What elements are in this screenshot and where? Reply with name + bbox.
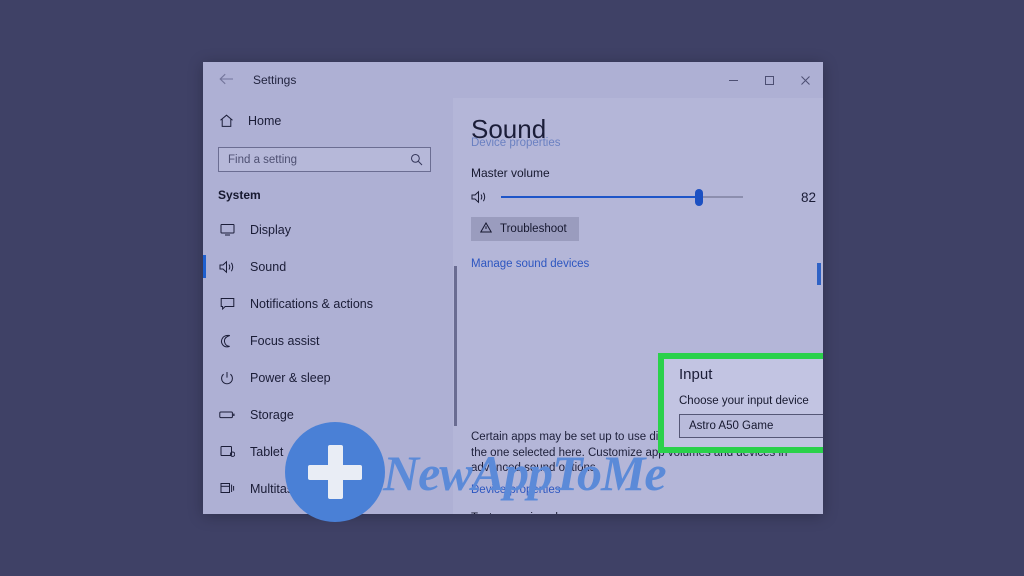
close-button[interactable] — [787, 62, 823, 98]
page-title: Sound — [471, 98, 823, 142]
sidebar-label-sound: Sound — [250, 260, 286, 274]
sidebar-category-header: System — [203, 172, 453, 211]
search-icon — [410, 153, 423, 166]
manage-sound-devices-link[interactable]: Manage sound devices — [471, 258, 823, 270]
close-icon — [800, 75, 811, 86]
master-volume-row: 82 — [471, 189, 823, 205]
content-scrollbar-left[interactable] — [454, 266, 457, 426]
arrow-left-icon — [219, 73, 234, 88]
sidebar-label-notifications: Notifications & actions — [250, 297, 373, 311]
window-controls — [715, 62, 823, 98]
slider-thumb[interactable] — [695, 189, 703, 206]
slider-fill — [501, 196, 699, 198]
sidebar-item-notifications[interactable]: Notifications & actions — [203, 285, 453, 322]
master-volume-label: Master volume — [471, 166, 823, 180]
troubleshoot-label: Troubleshoot — [500, 223, 567, 235]
search-input[interactable] — [228, 154, 410, 166]
titlebar-left-group: Settings — [203, 63, 715, 97]
sidebar-label-storage: Storage — [250, 408, 294, 422]
tablet-icon — [218, 445, 236, 458]
power-icon — [218, 371, 236, 385]
master-volume-value: 82 — [801, 190, 816, 205]
speaker-icon — [218, 260, 236, 274]
speaker-icon — [471, 190, 491, 204]
home-icon — [218, 114, 234, 128]
sidebar: Home System — [203, 98, 453, 514]
sidebar-label-power-sleep: Power & sleep — [250, 371, 331, 385]
screenshot-root: Settings — [0, 0, 1024, 576]
multitasking-icon — [218, 482, 236, 495]
warning-triangle-icon — [480, 222, 492, 236]
settings-window: Settings — [203, 62, 823, 514]
sidebar-item-power-sleep[interactable]: Power & sleep — [203, 359, 453, 396]
sidebar-item-focus-assist[interactable]: Focus assist — [203, 322, 453, 359]
sidebar-label-focus-assist: Focus assist — [250, 334, 319, 348]
minimize-icon — [728, 75, 739, 86]
window-title: Settings — [253, 73, 296, 87]
sidebar-item-home[interactable]: Home — [203, 104, 453, 138]
sidebar-item-multitasking[interactable]: Multitasking — [203, 470, 453, 507]
troubleshoot-button[interactable]: Troubleshoot — [471, 217, 579, 241]
chat-bubble-icon — [218, 297, 236, 311]
sidebar-label-display: Display — [250, 223, 291, 237]
test-microphone-label: Test your microphone — [471, 512, 581, 514]
battery-icon — [218, 410, 236, 420]
search-box[interactable] — [218, 147, 431, 172]
scrolled-device-properties-link[interactable]: Device properties — [471, 137, 823, 150]
device-properties-link[interactable]: Device properties — [471, 484, 560, 496]
sidebar-label-tablet: Tablet — [250, 445, 283, 459]
content-scrollbar-thumb[interactable] — [817, 263, 821, 285]
maximize-icon — [764, 75, 775, 86]
monitor-icon — [218, 223, 236, 236]
window-titlebar: Settings — [203, 62, 823, 98]
sidebar-label-multitasking: Multitasking — [250, 482, 316, 496]
sidebar-item-storage[interactable]: Storage — [203, 396, 453, 433]
sidebar-item-display[interactable]: Display — [203, 211, 453, 248]
moon-icon — [218, 334, 236, 348]
master-volume-slider[interactable] — [501, 189, 743, 205]
input-section-highlight-box — [658, 353, 823, 453]
back-button[interactable] — [203, 63, 249, 97]
sidebar-home-label: Home — [248, 114, 281, 128]
minimize-button[interactable] — [715, 62, 751, 98]
sidebar-item-tablet[interactable]: Tablet — [203, 433, 453, 470]
maximize-button[interactable] — [751, 62, 787, 98]
sidebar-item-sound[interactable]: Sound — [203, 248, 453, 285]
